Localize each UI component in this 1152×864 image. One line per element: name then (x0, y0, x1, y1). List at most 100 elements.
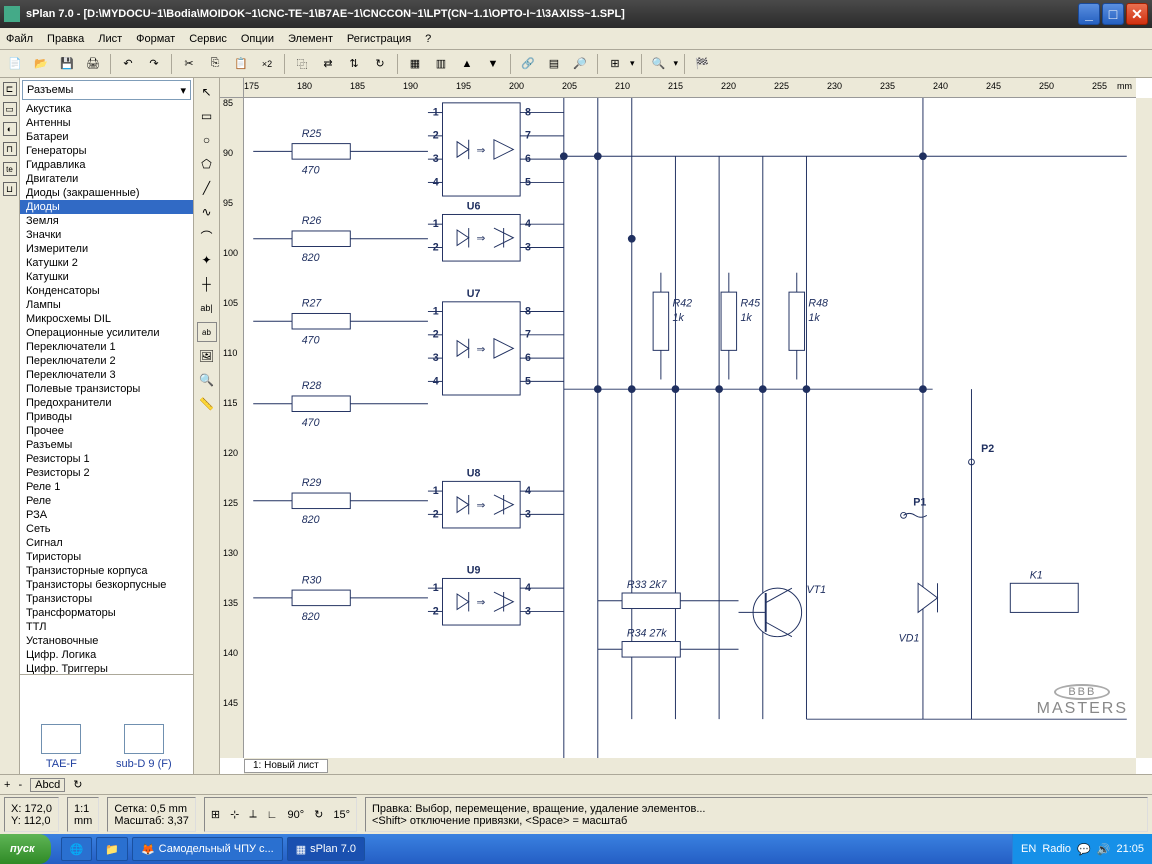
zoom-in-icon[interactable]: + (4, 779, 10, 791)
lib-item[interactable]: Транзисторы безкорпусные (20, 578, 193, 592)
menu-Правка[interactable]: Правка (47, 33, 84, 45)
lib-item[interactable]: Реле 1 (20, 480, 193, 494)
cut-icon[interactable]: ✂ (178, 53, 200, 75)
minimize-button[interactable]: _ (1078, 3, 1100, 25)
rotate-icon[interactable]: ↻ (73, 778, 82, 791)
lib-item[interactable]: Предохранители (20, 396, 193, 410)
grid-toggle-icon[interactable]: ⊞ (211, 808, 220, 821)
palette-symbol[interactable]: te (3, 162, 17, 176)
scrollbar-vertical[interactable] (1136, 98, 1152, 758)
palette-symbol[interactable]: ⊔ (3, 182, 17, 196)
schematic-canvas[interactable]: R25470R26820R27470R28470R29820R308201827… (244, 98, 1136, 758)
lib-item[interactable]: Антенны (20, 116, 193, 130)
menu-Сервис[interactable]: Сервис (189, 33, 227, 45)
lib-item[interactable]: Установочные (20, 634, 193, 648)
palette-symbol[interactable]: ▭ (3, 102, 17, 116)
lib-item[interactable]: Цифр. Логика (20, 648, 193, 662)
print-icon[interactable]: 🖨 (82, 53, 104, 75)
lib-item[interactable]: Прочее (20, 424, 193, 438)
paste-icon[interactable]: 📋 (230, 53, 252, 75)
lib-item[interactable]: Переключатели 2 (20, 354, 193, 368)
lib-item[interactable]: Двигатели (20, 172, 193, 186)
lib-item[interactable]: Лампы (20, 298, 193, 312)
radio-indicator[interactable]: Radio (1042, 843, 1071, 855)
lib-item[interactable]: Батареи (20, 130, 193, 144)
snap-icon[interactable]: ⊹ (230, 808, 239, 821)
lib-item[interactable]: Приводы (20, 410, 193, 424)
lib-item[interactable]: Сигнал (20, 536, 193, 550)
undo-icon[interactable]: ↶ (117, 53, 139, 75)
copy-icon[interactable]: ⎘ (204, 53, 226, 75)
lib-item[interactable]: Транзисторы (20, 592, 193, 606)
lib-item[interactable]: Разъемы (20, 438, 193, 452)
library-list[interactable]: АкустикаАнтенныБатареиГенераторыГидравли… (20, 102, 193, 674)
ungroup-icon[interactable]: ▥ (430, 53, 452, 75)
measure-tool-icon[interactable]: 📏 (197, 394, 217, 414)
messenger-icon[interactable]: 💬 (1077, 843, 1091, 856)
menu-Формат[interactable]: Формат (136, 33, 175, 45)
lib-item[interactable]: Переключатели 1 (20, 340, 193, 354)
lib-item[interactable]: Резисторы 1 (20, 452, 193, 466)
open-icon[interactable]: 📂 (30, 53, 52, 75)
ortho-icon[interactable]: ⟂ (249, 808, 256, 821)
node-tool-icon[interactable]: ✦ (197, 250, 217, 270)
lib-item[interactable]: Генераторы (20, 144, 193, 158)
lib-item[interactable]: Резисторы 2 (20, 466, 193, 480)
quick-launch[interactable]: 🌐 (61, 837, 93, 861)
taskbar-item[interactable]: 🦊Самодельный ЧПУ с... (132, 837, 283, 861)
lib-item[interactable]: Операционные усилители (20, 326, 193, 340)
zoom-icon[interactable]: 🔍 (648, 53, 670, 75)
maximize-button[interactable]: □ (1102, 3, 1124, 25)
save-icon[interactable]: 💾 (56, 53, 78, 75)
lib-item[interactable]: Переключатели 3 (20, 368, 193, 382)
zoom-tool-icon[interactable]: 🔍 (197, 370, 217, 390)
lib-item[interactable]: Акустика (20, 102, 193, 116)
circle-tool-icon[interactable]: ○ (197, 130, 217, 150)
text-tool-icon[interactable]: ab| (197, 298, 217, 318)
menu-?[interactable]: ? (425, 33, 431, 45)
preview-item[interactable]: sub-D 9 (F) (116, 724, 172, 770)
menu-Лист[interactable]: Лист (98, 33, 122, 45)
lib-item[interactable]: Измерители (20, 242, 193, 256)
curve-tool-icon[interactable]: ∿ (197, 202, 217, 222)
close-button[interactable]: ✕ (1126, 3, 1148, 25)
flip-h-icon[interactable]: ⇄ (317, 53, 339, 75)
menu-Опции[interactable]: Опции (241, 33, 274, 45)
textbox-tool-icon[interactable]: ab (197, 322, 217, 342)
abcd-indicator[interactable]: Abcd (30, 778, 65, 792)
palette-symbol[interactable]: ◐ (3, 122, 17, 136)
lib-item[interactable]: Реле (20, 494, 193, 508)
find-icon[interactable]: 🔎 (569, 53, 591, 75)
taskbar-item[interactable]: ▦sPlan 7.0 (287, 837, 365, 861)
scrollbar-horizontal[interactable]: 1: Новый лист (244, 758, 1136, 774)
lib-item[interactable]: Гидравлика (20, 158, 193, 172)
group-icon[interactable]: ▦ (404, 53, 426, 75)
palette-symbol[interactable]: ⊏ (3, 82, 17, 96)
library-selector[interactable]: Разъемы ▾ (22, 80, 191, 100)
lib-item[interactable]: Конденсаторы (20, 284, 193, 298)
x2-icon[interactable]: ×2 (256, 53, 278, 75)
poly-tool-icon[interactable]: ⬠ (197, 154, 217, 174)
link-icon[interactable]: 🔗 (517, 53, 539, 75)
lang-indicator[interactable]: EN (1021, 843, 1036, 855)
menu-Файл[interactable]: Файл (6, 33, 33, 45)
lib-item[interactable]: Тиристоры (20, 550, 193, 564)
preview-item[interactable]: TAE-F (41, 724, 81, 770)
flip-v-icon[interactable]: ⇅ (343, 53, 365, 75)
flag-icon[interactable]: 🏁 (691, 53, 713, 75)
menu-Регистрация[interactable]: Регистрация (347, 33, 411, 45)
line-tool-icon[interactable]: ╱ (197, 178, 217, 198)
lib-item[interactable]: Трансформаторы (20, 606, 193, 620)
lib-item[interactable]: Полевые транзисторы (20, 382, 193, 396)
junction-tool-icon[interactable]: ┼ (197, 274, 217, 294)
lib-item[interactable]: Диоды (20, 200, 193, 214)
rect-tool-icon[interactable]: ▭ (197, 106, 217, 126)
start-button[interactable]: пуск (0, 834, 51, 864)
redo-icon[interactable]: ↷ (143, 53, 165, 75)
doc-icon[interactable]: ▤ (543, 53, 565, 75)
rotate-icon[interactable]: ↻ (369, 53, 391, 75)
lib-item[interactable]: Цифр. Триггеры (20, 662, 193, 674)
menu-Элемент[interactable]: Элемент (288, 33, 333, 45)
sheet-tab[interactable]: 1: Новый лист (244, 759, 328, 773)
lib-item[interactable]: Земля (20, 214, 193, 228)
